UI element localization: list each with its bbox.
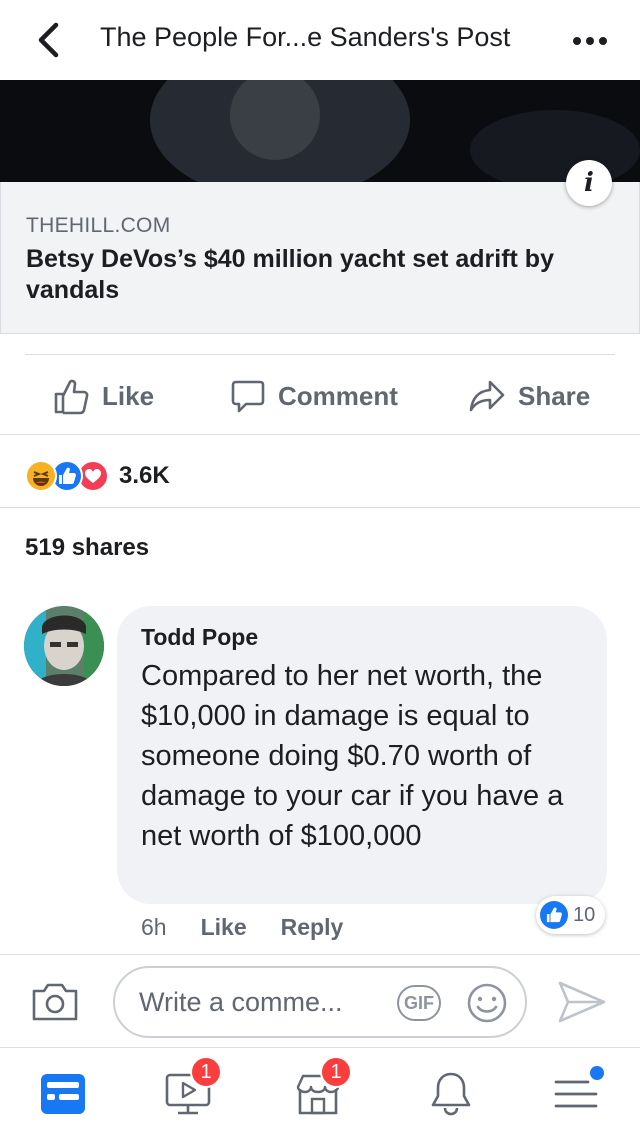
top-navigation-bar: The People For...e Sanders's Post [0, 0, 640, 80]
link-preview[interactable]: THEHILL.COM Betsy DeVos’s $40 million ya… [0, 182, 640, 334]
link-source: THEHILL.COM [26, 214, 171, 237]
tab-marketplace[interactable]: 1 [290, 1056, 352, 1122]
comment-meta: 6h Like Reply [141, 912, 343, 942]
emoji-button[interactable] [465, 981, 509, 1025]
comment-like-count[interactable]: 10 [536, 896, 606, 934]
reactions-summary[interactable]: 3.6K [25, 456, 170, 496]
link-title: Betsy DeVos’s $40 million yacht set adri… [26, 245, 554, 304]
avatar[interactable] [24, 606, 104, 686]
divider [0, 434, 640, 435]
comment-timestamp: 6h [141, 913, 167, 940]
comment-input[interactable]: Write a comme... GIF [113, 966, 527, 1038]
page-title: The People For...e Sanders's Post [100, 22, 511, 52]
camera-icon [32, 983, 78, 1021]
tab-menu[interactable] [548, 1066, 604, 1122]
emoji-icon [467, 983, 507, 1023]
comment-reply-button[interactable]: Reply [281, 914, 344, 941]
divider [0, 507, 640, 508]
chevron-left-icon [38, 22, 59, 58]
bell-icon [431, 1072, 471, 1116]
share-arrow-icon [469, 380, 505, 412]
comment-text: Compared to her net worth, the $10,000 i… [141, 660, 564, 852]
marketplace-badge: 1 [320, 1056, 352, 1088]
info-icon[interactable]: i [566, 160, 612, 206]
like-count-value: 10 [573, 903, 596, 926]
camera-button[interactable] [30, 979, 80, 1023]
article-image[interactable] [0, 80, 640, 182]
post-action-bar: Like Comment Share [0, 360, 640, 434]
more-options-button[interactable] [570, 26, 610, 56]
comment-author[interactable]: Todd Pope [141, 624, 258, 651]
send-button[interactable] [557, 979, 607, 1025]
menu-notification-dot [590, 1066, 604, 1080]
news-feed-icon [41, 1074, 85, 1114]
like-button[interactable]: Like [52, 374, 154, 418]
like-reaction-icon [540, 901, 568, 929]
shares-count[interactable]: 519 shares [25, 534, 149, 562]
comment-bubble[interactable]: Todd Pope Compared to her net worth, the… [117, 606, 607, 904]
image-shape [470, 110, 640, 182]
share-button[interactable]: Share [468, 374, 590, 418]
like-label: Like [102, 380, 155, 411]
bottom-tab-bar: 1 1 [0, 1048, 640, 1136]
tab-watch[interactable]: 1 [160, 1056, 222, 1122]
gif-button[interactable]: GIF [397, 985, 441, 1021]
reaction-count: 3.6K [119, 462, 170, 489]
haha-reaction-icon [25, 460, 57, 492]
comment-button[interactable]: Comment [230, 374, 398, 418]
more-horizontal-icon [573, 37, 607, 45]
comment-like-button[interactable]: Like [201, 914, 247, 941]
tab-notifications[interactable] [423, 1066, 479, 1122]
share-label: Share [518, 380, 591, 411]
back-button[interactable] [30, 20, 66, 60]
send-icon [558, 981, 606, 1023]
thumbs-up-icon [54, 379, 89, 415]
tab-news-feed[interactable] [35, 1066, 91, 1122]
divider [25, 354, 615, 355]
comment-label: Comment [278, 380, 398, 411]
comment-input-placeholder: Write a comme... [139, 987, 343, 1017]
watch-badge: 1 [190, 1056, 222, 1088]
comment-icon [231, 380, 265, 413]
comment-composer: Write a comme... GIF [0, 955, 640, 1047]
profile-photo-icon [24, 606, 104, 686]
